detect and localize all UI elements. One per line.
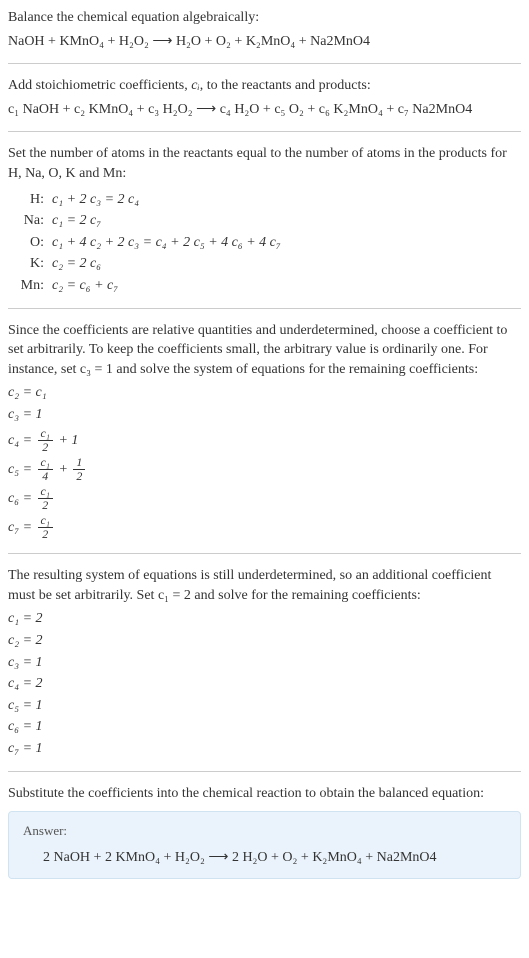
divider-3	[8, 308, 521, 309]
c4-prefix: c₄ =	[8, 432, 36, 447]
section-coefs1: Since the coefficients are relative quan…	[8, 321, 521, 542]
coef-c6: c₆ = c₁2	[8, 485, 521, 512]
atom-row-k: K: c₂ = 2 c₆	[12, 254, 521, 274]
c6-prefix: c₆ =	[8, 491, 36, 506]
coef2-c7: c₇ = 1	[8, 739, 521, 759]
atom-row-h: H: c₁ + 2 c₃ = 2 c₄	[12, 190, 521, 210]
atom-eq: c₁ + 4 c₂ + 2 c₃ = c₄ + 2 c₅ + 4 c₆ + 4 …	[52, 233, 281, 253]
c5-frac2: 12	[73, 456, 85, 483]
c4-num: c₁	[38, 427, 53, 441]
c5-plus: +	[55, 462, 71, 477]
coef2-c3: c₃ = 1	[8, 653, 521, 673]
intro5-text: The resulting system of equations is sti…	[8, 566, 521, 605]
intro2-text: Add stoichiometric coefficients, cᵢ, to …	[8, 76, 521, 96]
c5-den2: 2	[73, 470, 85, 483]
atom-row-o: O: c₁ + 4 c₂ + 2 c₃ = c₄ + 2 c₅ + 4 c₆ +…	[12, 233, 521, 253]
atom-row-mn: Mn: c₂ = c₆ + c₇	[12, 276, 521, 296]
divider-2	[8, 131, 521, 132]
intro4-text: Since the coefficients are relative quan…	[8, 321, 521, 380]
atom-eq: c₁ + 2 c₃ = 2 c₄	[52, 190, 139, 210]
c5-num: c₁	[38, 456, 53, 470]
c4-den: 2	[38, 441, 53, 454]
c6-den: 2	[38, 499, 53, 512]
divider-1	[8, 63, 521, 64]
section-atoms: Set the number of atoms in the reactants…	[8, 144, 521, 295]
atom-label: H:	[12, 190, 44, 210]
c5-frac1: c₁4	[38, 456, 53, 483]
answer-box: Answer: 2 NaOH + 2 KMnO₄ + H₂O₂ ⟶ 2 H₂O …	[8, 811, 521, 879]
c7-num: c₁	[38, 514, 53, 528]
intro1-text: Balance the chemical equation algebraica…	[8, 8, 521, 28]
coef-c4: c₄ = c₁2 + 1	[8, 427, 521, 454]
c6-num: c₁	[38, 485, 53, 499]
coef-list-1: c₂ = c₁ c₃ = 1 c₄ = c₁2 + 1 c₅ = c₁4 + 1…	[8, 383, 521, 541]
c5-num2: 1	[73, 456, 85, 470]
intro2-a: Add stoichiometric coefficients,	[8, 78, 191, 93]
coef-c5: c₅ = c₁4 + 12	[8, 456, 521, 483]
c7-den: 2	[38, 528, 53, 541]
coef-c2: c₂ = c₁	[8, 383, 521, 403]
intro2-var: cᵢ	[191, 78, 199, 93]
answer-equation: 2 NaOH + 2 KMnO₄ + H₂O₂ ⟶ 2 H₂O + O₂ + K…	[43, 848, 506, 868]
answer-label: Answer:	[23, 822, 506, 840]
intro2-b: , to the reactants and products:	[200, 78, 371, 93]
atom-table: H: c₁ + 2 c₃ = 2 c₄ Na: c₁ = 2 c₇ O: c₁ …	[12, 190, 521, 296]
coef-c3: c₃ = 1	[8, 405, 521, 425]
coef2-c1: c₁ = 2	[8, 609, 521, 629]
c6-frac: c₁2	[38, 485, 53, 512]
divider-4	[8, 553, 521, 554]
atom-eq: c₂ = 2 c₆	[52, 254, 101, 274]
coef-c7: c₇ = c₁2	[8, 514, 521, 541]
c7-prefix: c₇ =	[8, 520, 36, 535]
coef2-c5: c₅ = 1	[8, 696, 521, 716]
c4-frac: c₁2	[38, 427, 53, 454]
coef2-c6: c₆ = 1	[8, 717, 521, 737]
section-intro1: Balance the chemical equation algebraica…	[8, 8, 521, 51]
atom-label: K:	[12, 254, 44, 274]
atom-eq: c₂ = c₆ + c₇	[52, 276, 118, 296]
section-coefs2: The resulting system of equations is sti…	[8, 566, 521, 758]
atom-label: O:	[12, 233, 44, 253]
c4-suffix: + 1	[55, 432, 78, 447]
atom-eq: c₁ = 2 c₇	[52, 211, 101, 231]
section-intro2: Add stoichiometric coefficients, cᵢ, to …	[8, 76, 521, 119]
intro3-text: Set the number of atoms in the reactants…	[8, 144, 521, 183]
section-answer: Substitute the coefficients into the che…	[8, 784, 521, 879]
intro6-text: Substitute the coefficients into the che…	[8, 784, 521, 804]
divider-5	[8, 771, 521, 772]
atom-label: Na:	[12, 211, 44, 231]
equation-with-coefs: c₁ NaOH + c₂ KMnO₄ + c₃ H₂O₂ ⟶ c₄ H₂O + …	[8, 100, 521, 120]
c7-frac: c₁2	[38, 514, 53, 541]
coef2-c2: c₂ = 2	[8, 631, 521, 651]
coef-list-2: c₁ = 2 c₂ = 2 c₃ = 1 c₄ = 2 c₅ = 1 c₆ = …	[8, 609, 521, 758]
equation-unbalanced: NaOH + KMnO₄ + H₂O₂ ⟶ H₂O + O₂ + K₂MnO₄ …	[8, 32, 521, 52]
coef2-c4: c₄ = 2	[8, 674, 521, 694]
c5-den: 4	[38, 470, 53, 483]
atom-label: Mn:	[12, 276, 44, 296]
c5-prefix: c₅ =	[8, 462, 36, 477]
atom-row-na: Na: c₁ = 2 c₇	[12, 211, 521, 231]
